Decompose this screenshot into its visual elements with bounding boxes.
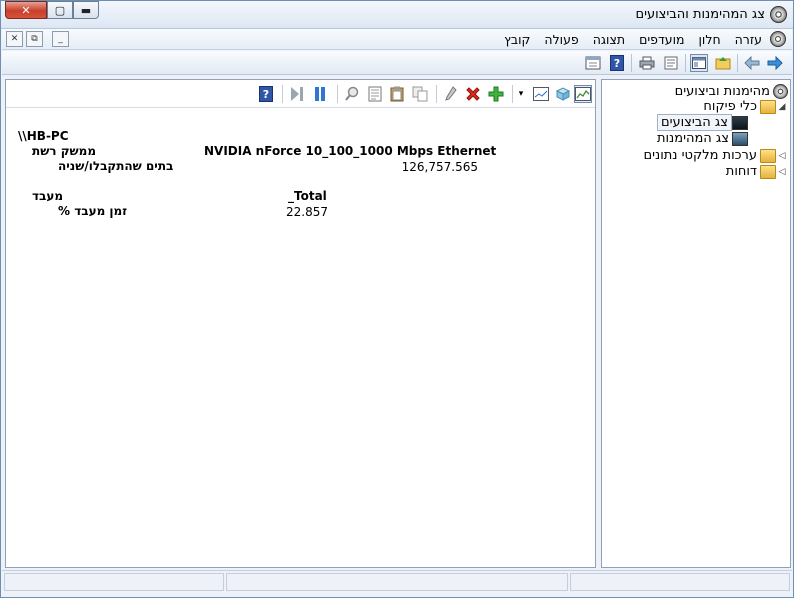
freeze-icon[interactable] bbox=[554, 85, 572, 103]
expanded-arrow-icon[interactable]: ◢ bbox=[776, 102, 788, 112]
copy-properties-icon[interactable] bbox=[411, 85, 429, 103]
help-icon[interactable]: ? bbox=[257, 85, 275, 103]
menu-window[interactable]: חלון bbox=[699, 32, 721, 47]
tree-node-performance-monitor[interactable]: צג הביצועים bbox=[656, 114, 748, 131]
mdi-restore-button[interactable]: ⧉ bbox=[26, 31, 43, 47]
app-window: ✕ ▢ ▬ צג המהימנות והביצועים ✕ ⧉ _ קובץ פ… bbox=[0, 0, 794, 598]
menu-bar: ✕ ⧉ _ קובץ פעולה תצוגה מועדפים חלון עזרה bbox=[2, 29, 792, 50]
properties-icon[interactable] bbox=[662, 54, 680, 72]
toolbar-separator bbox=[512, 85, 513, 103]
dropdown-arrow-icon[interactable]: ▾ bbox=[516, 85, 526, 103]
mdi-minimize-button[interactable]: _ bbox=[52, 31, 69, 47]
menu-items: קובץ פעולה תצוגה מועדפים חלון עזרה bbox=[504, 32, 762, 47]
menu-view[interactable]: תצוגה bbox=[593, 32, 625, 47]
toolbar-separator bbox=[282, 85, 283, 103]
show-hide-tree-icon[interactable] bbox=[690, 54, 708, 72]
menu-file[interactable]: קובץ bbox=[504, 32, 530, 47]
window-title: צג המהימנות והביצועים bbox=[635, 7, 765, 22]
report-counter-name: בתים שהתקבלו/שניה bbox=[58, 159, 174, 173]
console-tree: מהימנות וביצועים ◢ כלי פיקוח צג הביצועים… bbox=[601, 79, 791, 568]
performance-monitor-chart-icon bbox=[732, 115, 748, 130]
tree-node-reports[interactable]: ◁ דוחות bbox=[723, 163, 788, 180]
tree-node-data-collector-sets[interactable]: ◁ ערכות מלקטי נתונים bbox=[640, 147, 788, 164]
mdi-system-icon[interactable] bbox=[770, 31, 786, 47]
report-object-name: מעבד bbox=[32, 189, 64, 203]
performance-monitor-icon[interactable] bbox=[770, 6, 787, 23]
back-arrow-icon[interactable] bbox=[743, 54, 761, 72]
menu-help[interactable]: עזרה bbox=[735, 32, 762, 47]
performance-monitor-toolbar: ▾ ? bbox=[6, 80, 595, 108]
tree-node-label: ערכות מלקטי נתונים bbox=[643, 148, 757, 163]
pause-icon[interactable] bbox=[311, 85, 329, 103]
delete-counter-icon[interactable] bbox=[464, 85, 482, 103]
tree-node-label: מהימנות וביצועים bbox=[674, 84, 770, 99]
reliability-monitor-icon bbox=[732, 131, 748, 146]
report-counter-value: 22.857 bbox=[286, 205, 328, 219]
tree-node-label: כלי פיקוח bbox=[703, 99, 757, 114]
toolbar-separator bbox=[685, 54, 686, 72]
close-window-button[interactable]: ✕ bbox=[5, 1, 47, 19]
mdi-close-button[interactable]: ✕ bbox=[6, 31, 23, 47]
svg-text:?: ? bbox=[614, 57, 620, 70]
up-folder-icon[interactable] bbox=[714, 54, 732, 72]
mdi-buttons: ✕ ⧉ _ bbox=[6, 31, 69, 47]
report-instance-name: NVIDIA nForce 10_100_1000 Mbps Ethernet bbox=[204, 144, 497, 158]
collapsed-arrow-icon[interactable]: ◁ bbox=[776, 151, 788, 161]
folder-icon bbox=[760, 148, 776, 163]
performance-monitor-icon bbox=[773, 84, 788, 99]
report-computer-name: \\HB-PC bbox=[18, 129, 69, 143]
main-toolbar: ? bbox=[2, 51, 792, 75]
properties-icon[interactable] bbox=[366, 85, 384, 103]
report-view: \\HB-PC ממשק רשת NVIDIA nForce 10_100_10… bbox=[6, 108, 595, 567]
chart-options-icon[interactable] bbox=[532, 85, 550, 103]
caption-buttons: ✕ ▢ ▬ bbox=[5, 1, 99, 19]
next-icon[interactable] bbox=[288, 85, 306, 103]
minimize-window-button[interactable]: ▬ bbox=[73, 1, 99, 19]
title-bar[interactable]: ✕ ▢ ▬ צג המהימנות והביצועים bbox=[1, 1, 793, 29]
highlight-icon[interactable] bbox=[442, 85, 460, 103]
zoom-icon[interactable] bbox=[343, 85, 361, 103]
export-list-icon[interactable] bbox=[584, 54, 602, 72]
report-counter-name: זמן מעבד % bbox=[58, 204, 128, 218]
svg-text:?: ? bbox=[263, 88, 269, 101]
collapsed-arrow-icon[interactable]: ◁ bbox=[776, 167, 788, 177]
tree-node-reliability-monitor[interactable]: צג המהימנות bbox=[654, 130, 748, 147]
add-counter-icon[interactable] bbox=[487, 85, 505, 103]
toolbar-separator bbox=[337, 85, 338, 103]
report-object-name: ממשק רשת bbox=[32, 144, 97, 158]
tree-node-monitoring-tools[interactable]: ◢ כלי פיקוח bbox=[700, 98, 788, 115]
toolbar-separator bbox=[436, 85, 437, 103]
tree-node-label: דוחות bbox=[725, 164, 757, 179]
status-bar-panel bbox=[570, 573, 790, 591]
toolbar-separator bbox=[631, 54, 632, 72]
status-bar-panel bbox=[226, 573, 568, 591]
toolbar-separator bbox=[737, 54, 738, 72]
report-pane: ▾ ? \\HB-PC ממשק רשת NVIDIA nForce 10_10… bbox=[5, 79, 596, 568]
tree-node-label: צג המהימנות bbox=[656, 131, 729, 146]
menu-action[interactable]: פעולה bbox=[544, 32, 578, 47]
report-counter-value: 126,757.565 bbox=[401, 160, 478, 174]
tree-node-label: צג הביצועים bbox=[656, 114, 732, 131]
menu-favorites[interactable]: מועדפים bbox=[639, 32, 684, 47]
help-icon[interactable]: ? bbox=[608, 54, 626, 72]
folder-icon bbox=[760, 164, 776, 179]
print-icon[interactable] bbox=[638, 54, 656, 72]
folder-icon bbox=[760, 99, 776, 114]
status-bar bbox=[2, 570, 792, 592]
view-graph-icon[interactable] bbox=[574, 85, 592, 103]
maximize-window-button[interactable]: ▢ bbox=[47, 1, 73, 19]
paste-counter-icon[interactable] bbox=[388, 85, 406, 103]
report-instance-name: _Total bbox=[288, 189, 327, 203]
forward-arrow-icon[interactable] bbox=[766, 54, 784, 72]
status-bar-panel bbox=[4, 573, 224, 591]
